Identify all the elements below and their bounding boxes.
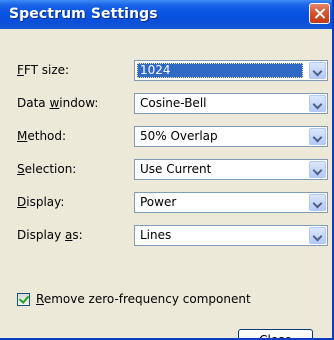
display-as-label: Display as:: [17, 228, 83, 242]
selection-value: Use Current: [140, 162, 212, 176]
chevron-down-icon[interactable]: [309, 227, 326, 244]
close-button[interactable]: Close: [238, 329, 313, 338]
remove-zero-frequency-label[interactable]: Remove zero-frequency component: [36, 292, 251, 306]
chevron-down-icon[interactable]: [309, 161, 326, 178]
title-bar[interactable]: Spectrum Settings: [0, 0, 332, 29]
selection-label: Selection:: [17, 162, 77, 176]
fft-size-dropdown[interactable]: 1024: [134, 60, 328, 81]
display-label: Display:: [17, 195, 65, 209]
selection-dropdown[interactable]: Use Current: [134, 159, 328, 180]
method-dropdown[interactable]: 50% Overlap: [134, 126, 328, 147]
display-dropdown[interactable]: Power: [134, 192, 328, 213]
chevron-down-icon[interactable]: [309, 128, 326, 145]
display-value: Power: [140, 195, 177, 209]
data-window-dropdown[interactable]: Cosine-Bell: [134, 93, 328, 114]
chevron-down-icon[interactable]: [309, 62, 326, 79]
display-as-dropdown[interactable]: Lines: [134, 225, 328, 246]
method-value: 50% Overlap: [140, 129, 218, 143]
fft-size-label: FFT size:: [17, 63, 70, 77]
chevron-down-icon[interactable]: [309, 194, 326, 211]
close-icon[interactable]: [309, 3, 330, 24]
data-window-value: Cosine-Bell: [140, 96, 207, 110]
remove-zero-frequency-checkbox[interactable]: [17, 293, 30, 306]
spectrum-settings-dialog: Spectrum Settings FFT size: 1024 Data wi…: [0, 0, 334, 340]
method-label: Method:: [17, 129, 67, 143]
display-as-value: Lines: [140, 228, 172, 242]
chevron-down-icon[interactable]: [309, 95, 326, 112]
data-window-label: Data window:: [17, 96, 99, 110]
window-title: Spectrum Settings: [9, 6, 158, 22]
fft-size-value: 1024: [137, 63, 303, 78]
